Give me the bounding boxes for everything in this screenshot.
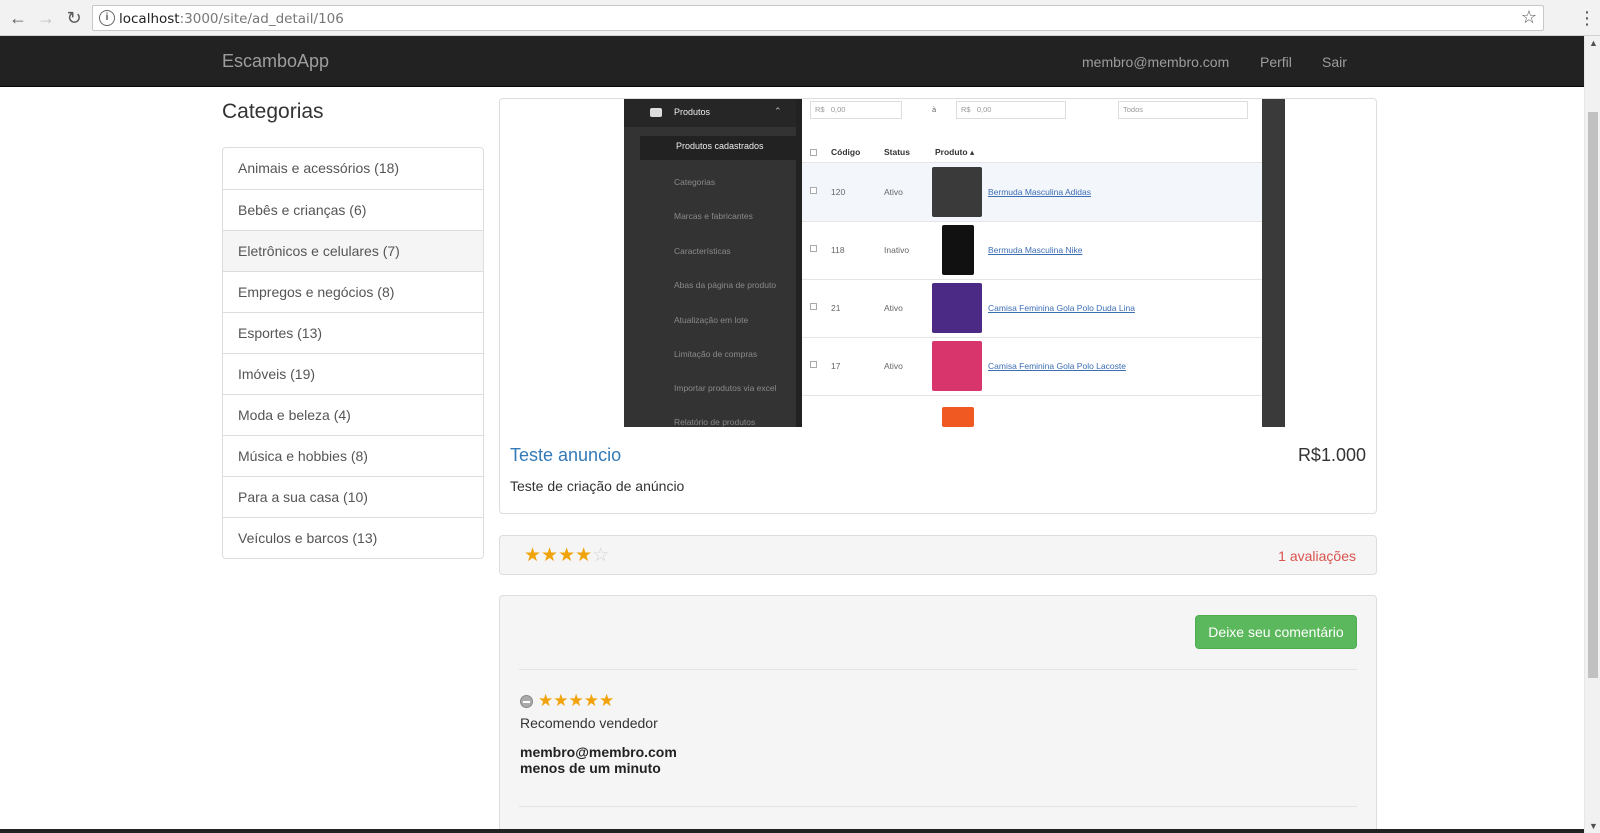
scroll-down-icon[interactable]: ▼ xyxy=(1589,821,1598,831)
star-filled-icon: ★ xyxy=(568,691,584,710)
divider xyxy=(519,806,1357,807)
image-cell: 21 xyxy=(831,303,841,313)
image-menu-item: Relatório de produtos xyxy=(674,417,756,427)
image-product-link: Bermuda Masculina Adidas xyxy=(988,187,1092,197)
comment-stars: ★★★★★ xyxy=(538,691,614,710)
address-bar[interactable]: i localhost:3000/site/ad_detail/106 ☆ xyxy=(92,5,1544,31)
image-cell: Ativo xyxy=(884,303,903,313)
image-menu-header: Produtos xyxy=(674,107,711,117)
image-col-header: Produto ▴ xyxy=(935,147,975,157)
star-filled-icon: ★ xyxy=(558,545,576,566)
browser-toolbar: ← → ↻ i localhost:3000/site/ad_detail/10… xyxy=(0,0,1600,36)
image-cell: 118 xyxy=(831,245,845,255)
forward-arrow-icon[interactable]: → xyxy=(34,6,58,30)
scroll-thumb[interactable] xyxy=(1588,112,1598,678)
image-menu-item: Características xyxy=(674,246,731,256)
ad-description: Teste de criação de anúncio xyxy=(510,478,685,494)
top-navbar: EscamboApp membro@membro.com Perfil Sair xyxy=(0,36,1584,87)
leave-comment-button[interactable]: Deixe seu comentário xyxy=(1195,615,1357,649)
star-filled-icon: ★ xyxy=(583,691,599,710)
image-menu-item: Abas da página de produto xyxy=(674,280,777,290)
image-product-link: Camisa Feminina Gola Polo Duda Lina xyxy=(988,303,1135,313)
image-col-header: Código xyxy=(831,147,861,157)
product-thumbnail xyxy=(942,407,974,427)
category-item[interactable]: Bebês e crianças (6) xyxy=(223,189,483,230)
star-filled-icon: ★ xyxy=(541,545,559,566)
image-product-link: Camisa Feminina Gola Polo Lacoste xyxy=(988,361,1126,371)
image-menu-selected: Produtos cadastrados xyxy=(676,141,764,151)
star-empty-icon: ☆ xyxy=(592,545,610,566)
image-menu-item: Importar produtos via excel xyxy=(674,383,777,393)
image-filter: R$ 0,00 xyxy=(956,101,1066,119)
divider xyxy=(519,669,1357,670)
ad-price: R$1.000 xyxy=(1297,445,1366,465)
ad-title[interactable]: Teste anuncio xyxy=(510,445,621,466)
image-cell: Ativo xyxy=(884,361,903,371)
image-col-header: Status xyxy=(884,147,910,157)
page-scrollbar[interactable]: ▲ ▼ xyxy=(1584,36,1600,833)
category-item[interactable]: Eletrônicos e celulares (7) xyxy=(223,230,483,271)
product-thumbnail xyxy=(932,341,982,391)
image-filter: Todos xyxy=(1118,101,1248,119)
comment-text: Recomendo vendedor xyxy=(520,715,658,731)
back-arrow-icon[interactable]: ← xyxy=(6,6,30,30)
category-item[interactable]: Imóveis (19) xyxy=(223,353,483,394)
camera-icon xyxy=(650,108,662,117)
category-item[interactable]: Moda e beleza (4) xyxy=(223,394,483,435)
star-filled-icon: ★ xyxy=(599,691,615,710)
image-menu-item: Limitação de compras xyxy=(674,349,758,359)
rating-count: 1 avaliações xyxy=(1278,548,1356,564)
profile-link[interactable]: Perfil xyxy=(1260,54,1292,70)
category-item[interactable]: Música e hobbies (8) xyxy=(223,435,483,476)
ad-panel: Produtos ⌃ Produtos cadastrados Categori… xyxy=(499,98,1377,514)
star-filled-icon: ★ xyxy=(538,691,554,710)
star-filled-icon: ★ xyxy=(524,545,542,566)
comment-time: menos de um minuto xyxy=(520,760,661,776)
star-filled-icon: ★ xyxy=(553,691,569,710)
caret-up-icon: ⌃ xyxy=(774,106,782,116)
product-thumbnail xyxy=(942,225,974,275)
image-cell: 17 xyxy=(831,361,841,371)
category-item[interactable]: Animais e acessórios (18) xyxy=(223,148,483,189)
brand-link[interactable]: EscamboApp xyxy=(222,51,329,72)
rating-stars: ★★★★☆ xyxy=(524,546,609,566)
ad-image: Produtos ⌃ Produtos cadastrados Categori… xyxy=(624,99,1285,427)
scroll-up-icon[interactable]: ▲ xyxy=(1589,38,1598,48)
image-filter: R$ 0,00 xyxy=(810,101,902,119)
product-thumbnail xyxy=(932,283,982,333)
cancel-rating-icon xyxy=(520,695,533,708)
image-menu-item: Categorias xyxy=(674,177,716,187)
category-item[interactable]: Para a sua casa (10) xyxy=(223,476,483,517)
image-menu-item: Atualização em lote xyxy=(674,315,749,325)
image-product-table: R$ 0,00 à R$ 0,00 Todos Código Status Pr… xyxy=(802,99,1262,427)
rating-panel: ★★★★☆ 1 avaliações xyxy=(499,535,1377,575)
image-menu-item: Marcas e fabricantes xyxy=(674,211,753,221)
info-icon[interactable]: i xyxy=(99,10,115,26)
star-filled-icon: ★ xyxy=(575,545,593,566)
comments-panel: Deixe seu comentário ★★★★★ Recomendo ven… xyxy=(499,595,1377,833)
page-bottom-edge xyxy=(0,829,1584,833)
category-item[interactable]: Empregos e negócios (8) xyxy=(223,271,483,312)
category-item[interactable]: Veículos e barcos (13) xyxy=(223,517,483,558)
image-cell: Ativo xyxy=(884,187,903,197)
category-item[interactable]: Esportes (13) xyxy=(223,312,483,353)
product-thumbnail xyxy=(932,167,982,217)
url-text: localhost:3000/site/ad_detail/106 xyxy=(119,11,344,27)
reload-icon[interactable]: ↻ xyxy=(62,6,86,30)
bookmark-star-icon[interactable]: ☆ xyxy=(1521,7,1537,28)
categories-title: Categorias xyxy=(222,100,324,123)
image-product-link: Bermuda Masculina Nike xyxy=(988,245,1083,255)
categories-list: Animais e acessórios (18) Bebês e crianç… xyxy=(222,147,484,559)
image-cell: Inativo xyxy=(884,245,910,255)
comment-user: membro@membro.com xyxy=(520,744,677,760)
image-filter: à xyxy=(932,105,937,114)
browser-menu-icon[interactable]: ⋮ xyxy=(1578,7,1596,29)
user-email-link[interactable]: membro@membro.com xyxy=(1082,54,1229,70)
image-cell: 120 xyxy=(831,187,846,197)
image-admin-sidebar: Produtos ⌃ Produtos cadastrados Categori… xyxy=(624,99,796,427)
logout-link[interactable]: Sair xyxy=(1322,54,1347,70)
